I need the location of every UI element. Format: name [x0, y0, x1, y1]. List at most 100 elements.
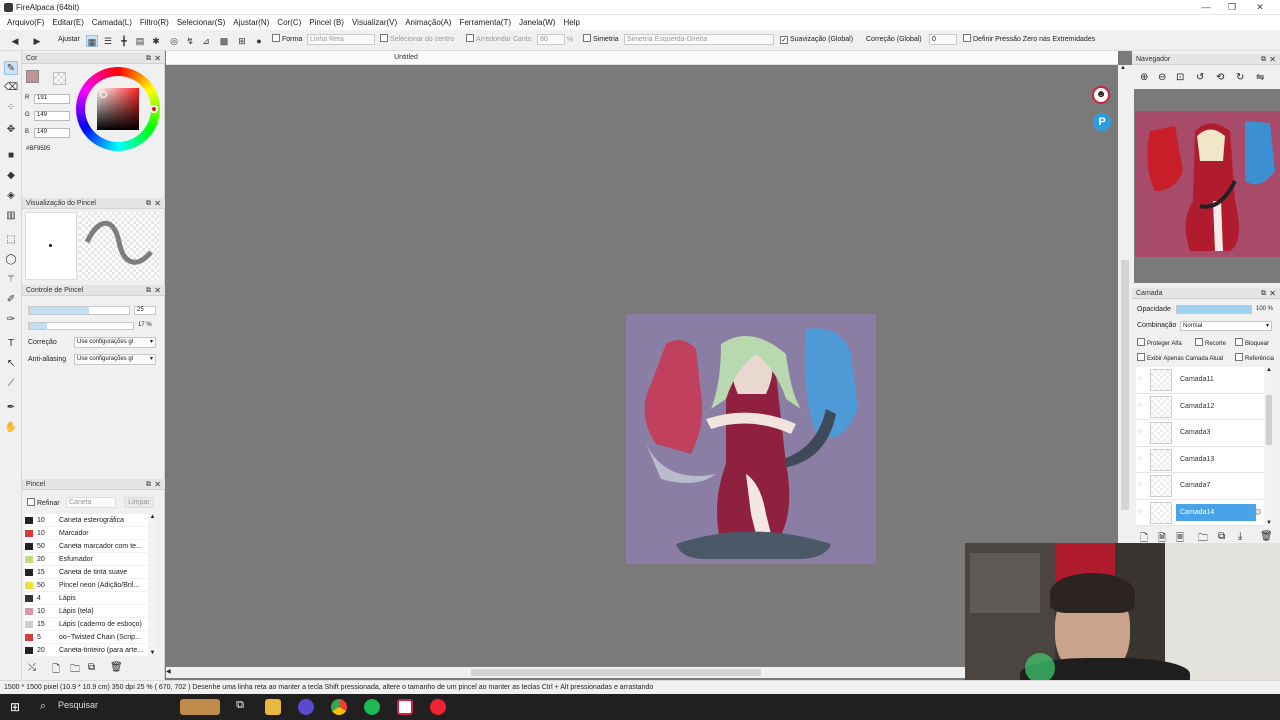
- snap-circle-icon[interactable]: ◎: [168, 35, 180, 47]
- menu-item-8[interactable]: Visualizar(V): [348, 15, 401, 30]
- brush-list-item[interactable]: 20 Caneta-tinteiro (para arte...: [24, 644, 148, 656]
- protect-alpha-checkbox[interactable]: Proteger Alfa: [1137, 338, 1182, 347]
- eye-icon[interactable]: ○: [1138, 428, 1142, 435]
- eye-icon[interactable]: ○: [1138, 402, 1142, 409]
- menu-item-2[interactable]: Camada(L): [88, 15, 136, 30]
- maximize-icon[interactable]: ❐: [1222, 1, 1242, 13]
- new-brush-icon[interactable]: 🗋: [52, 662, 60, 679]
- g-input[interactable]: 149: [34, 111, 70, 121]
- menu-item-0[interactable]: Arquivo(F): [3, 15, 48, 30]
- menu-item-12[interactable]: Help: [559, 15, 583, 30]
- hue-ring[interactable]: [76, 67, 160, 151]
- menu-item-5[interactable]: Ajustar(N): [229, 15, 273, 30]
- dock-icon[interactable]: ⧉: [1261, 288, 1266, 299]
- clear-button[interactable]: Limpar: [124, 497, 154, 508]
- smoothing-checkbox[interactable]: Suavização (Global): [780, 34, 853, 46]
- panel-close-icon[interactable]: ✕: [154, 53, 161, 64]
- panel-close-icon[interactable]: ✕: [154, 479, 161, 490]
- lasso-tool-icon[interactable]: ◯: [4, 253, 18, 267]
- blend-mode-select[interactable]: Normal ▾: [1180, 321, 1272, 331]
- close-icon[interactable]: ✕: [1250, 1, 1270, 13]
- select-center-checkbox[interactable]: Selecionar do centro: [380, 34, 454, 46]
- task-view-icon[interactable]: ⧉: [232, 699, 248, 715]
- layer-row[interactable]: ○ Camada13: [1136, 447, 1264, 473]
- reference-checkbox[interactable]: Referência: [1235, 353, 1280, 362]
- operation-tool-icon[interactable]: ↖: [4, 357, 18, 371]
- dock-icon[interactable]: ⧉: [146, 198, 151, 209]
- brush-list-item[interactable]: 10 Lápis (tela): [24, 605, 148, 618]
- brush-list-item[interactable]: 5 oo~Twisted Chain (Scrip...: [24, 631, 148, 644]
- vertical-scroll-thumb[interactable]: [1121, 260, 1129, 510]
- dock-icon[interactable]: ⧉: [146, 479, 151, 490]
- brush-list-item[interactable]: 15 Lápis (caderno de esboço): [24, 618, 148, 631]
- b-input[interactable]: 149: [34, 128, 70, 138]
- symmetry-dropdown[interactable]: Simetria Esquerda-Direita: [624, 34, 774, 46]
- snap-perspective-icon[interactable]: ⊞: [236, 35, 248, 47]
- layer-row[interactable]: ○ Camada11: [1136, 367, 1264, 394]
- brush-list-item[interactable]: 50 Caneta marcador com te...: [24, 540, 148, 553]
- horizontal-scroll-thumb[interactable]: [471, 669, 761, 676]
- menu-item-10[interactable]: Ferramenta(T): [455, 15, 515, 30]
- add-brush-icon[interactable]: ⤯: [28, 662, 36, 673]
- windows-start-icon[interactable]: ⊞: [10, 700, 20, 714]
- document-tab[interactable]: Untitled: [166, 51, 646, 65]
- taskbar-search-field[interactable]: Pesquisar: [58, 700, 98, 710]
- snap-3d-icon[interactable]: ▩: [218, 35, 230, 47]
- spotify-icon[interactable]: [364, 699, 380, 715]
- eye-icon[interactable]: ○: [1138, 375, 1142, 382]
- grid-snap-icon[interactable]: ▦: [86, 35, 98, 47]
- bucket-tool-icon[interactable]: ◈: [4, 189, 18, 203]
- snap-radial-icon[interactable]: ✱: [150, 35, 162, 47]
- panel-close-icon[interactable]: ✕: [154, 198, 161, 209]
- forma-checkbox[interactable]: Forma: [272, 34, 302, 46]
- round-corner-value[interactable]: 80 %: [537, 34, 573, 46]
- layer-list-scrollbar[interactable]: ▲ ▼: [1264, 367, 1274, 526]
- zoom-out-icon[interactable]: ⊖: [1158, 72, 1166, 83]
- round-corner-checkbox[interactable]: Arredondar Canto: [466, 34, 532, 46]
- brush-list-item[interactable]: 20 Esfumador: [24, 553, 148, 566]
- snap-cross-icon[interactable]: ╋: [118, 35, 130, 47]
- brush-size-input[interactable]: 25: [134, 306, 156, 315]
- r-input[interactable]: 191: [34, 94, 70, 104]
- menu-item-7[interactable]: Pincel (B): [305, 15, 348, 30]
- minimize-icon[interactable]: —: [1196, 1, 1216, 13]
- file-explorer-icon[interactable]: [265, 699, 281, 715]
- snap-vanish-icon[interactable]: ⊿: [200, 35, 212, 47]
- brush-list-item[interactable]: 4 Lápis: [24, 592, 148, 605]
- layer-row[interactable]: ○ Camada14 ⚙: [1136, 499, 1264, 526]
- delete-layer-icon[interactable]: 🗑: [1260, 531, 1273, 542]
- menu-item-4[interactable]: Selecionar(S): [173, 15, 229, 30]
- mascot-icon[interactable]: ☻: [1092, 86, 1110, 104]
- firealpaca-icon[interactable]: [397, 699, 413, 715]
- layer-row[interactable]: ○ Camada12: [1136, 394, 1264, 420]
- brush-search-input[interactable]: Caneta: [66, 497, 116, 508]
- eraser-tool-icon[interactable]: ⌫: [4, 81, 18, 95]
- pressure-checkbox[interactable]: Definir Pressão Zero nas Extremidades: [963, 34, 1095, 46]
- duplicate-brush-icon[interactable]: ⧉: [88, 662, 95, 673]
- eye-icon[interactable]: ○: [1138, 508, 1142, 515]
- reset-rotation-icon[interactable]: ⟲: [1216, 72, 1224, 83]
- navigator-preview[interactable]: [1134, 89, 1280, 283]
- show-only-current-checkbox[interactable]: Exibir Apenas Camada Atual: [1137, 353, 1223, 362]
- lock-checkbox[interactable]: Bloquear: [1235, 338, 1280, 347]
- forma-dropdown[interactable]: Linha Reta: [307, 34, 375, 46]
- snap-diagonal-icon[interactable]: ▤: [134, 35, 146, 47]
- brush-list-item[interactable]: 10 Marcador: [24, 527, 148, 540]
- color-picker-cursor[interactable]: [100, 91, 107, 98]
- layer-row[interactable]: ○ Camada3: [1136, 420, 1264, 447]
- panel-close-icon[interactable]: ✕: [1269, 288, 1276, 299]
- menu-item-9[interactable]: Animação(A): [401, 15, 455, 30]
- dock-icon[interactable]: ⧉: [146, 285, 151, 296]
- next-icon[interactable]: ▶: [31, 35, 43, 47]
- dock-icon[interactable]: ⧉: [1261, 54, 1266, 65]
- layer-scroll-thumb[interactable]: [1266, 395, 1272, 445]
- menu-item-3[interactable]: Filtro(R): [136, 15, 173, 30]
- brush-list-item[interactable]: 15 Caneta de tinta suave: [24, 566, 148, 579]
- text-tool-icon[interactable]: T: [4, 337, 18, 351]
- app-icon-1[interactable]: [298, 699, 314, 715]
- pixiv-icon[interactable]: P: [1093, 113, 1111, 131]
- brush-size-slider[interactable]: [28, 306, 130, 315]
- eyedropper-tool-icon[interactable]: ✒: [4, 401, 18, 415]
- select-tool-icon[interactable]: ⬚: [4, 233, 18, 247]
- ajustar-button[interactable]: Ajustar: [58, 34, 80, 46]
